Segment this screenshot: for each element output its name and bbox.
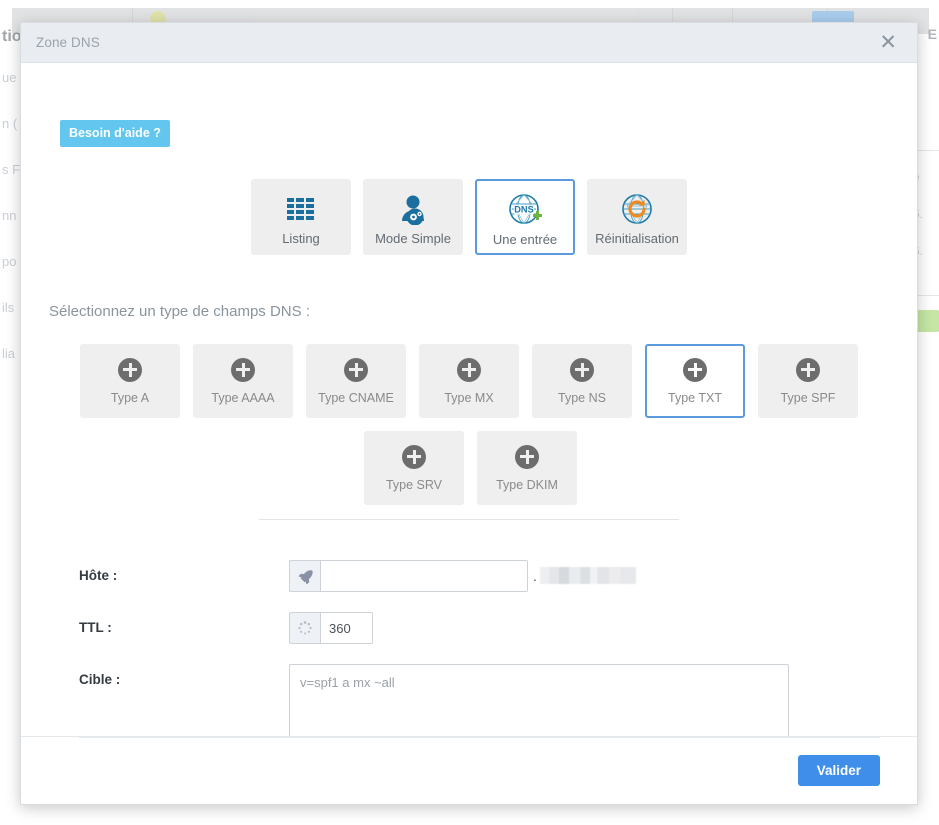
close-icon[interactable]: ✕ <box>875 30 901 55</box>
tab-reinitialisation[interactable]: Réinitialisation <box>587 179 687 255</box>
tab-listing[interactable]: Listing <box>251 179 351 255</box>
plus-circle-icon <box>118 358 142 382</box>
ttl-input-group <box>289 612 373 644</box>
plus-circle-icon <box>796 358 820 382</box>
dns-type-mx[interactable]: Type MX <box>419 344 519 418</box>
page-title: Zone DNS <box>36 35 100 50</box>
plus-circle-icon <box>402 445 426 469</box>
plus-circle-icon <box>683 358 707 382</box>
plus-circle-icon <box>344 358 368 382</box>
background-green-badge <box>917 310 939 332</box>
ttl-label: TTL : <box>79 612 289 635</box>
dns-type-row-2: Type SRV Type DKIM <box>364 431 577 505</box>
grid-listing-icon <box>284 189 318 229</box>
modal-header: Zone DNS ✕ <box>21 23 917 63</box>
dns-type-row-1: Type A Type AAAA Type CNAME Type MX Type… <box>80 344 858 418</box>
dns-type-dkim[interactable]: Type DKIM <box>477 431 577 505</box>
footer-separator <box>79 737 880 738</box>
tab-reinitialisation-label: Réinitialisation <box>595 231 679 246</box>
plus-circle-icon <box>570 358 594 382</box>
ttl-input[interactable] <box>320 612 373 644</box>
form-divider <box>259 519 679 520</box>
dns-type-srv-label: Type SRV <box>386 478 442 492</box>
dns-type-spf[interactable]: Type SPF <box>758 344 858 418</box>
globe-refresh-icon <box>619 189 655 229</box>
dns-type-dkim-label: Type DKIM <box>496 478 558 492</box>
host-dot: . <box>533 568 537 584</box>
ttl-field-row: TTL : <box>79 612 373 644</box>
dns-type-txt[interactable]: Type TXT <box>645 344 745 418</box>
dns-type-cname[interactable]: Type CNAME <box>306 344 406 418</box>
zone-dns-modal: Zone DNS ✕ Besoin d'aide ? List <box>20 22 918 805</box>
plus-circle-icon <box>515 445 539 469</box>
host-input[interactable] <box>320 560 528 592</box>
tab-listing-label: Listing <box>282 231 320 246</box>
help-button[interactable]: Besoin d'aide ? <box>60 120 170 147</box>
plus-circle-icon <box>231 358 255 382</box>
dns-type-a[interactable]: Type A <box>80 344 180 418</box>
host-input-group <box>289 560 528 592</box>
modal-body: Besoin d'aide ? Listing <box>21 63 917 804</box>
dns-type-cname-label: Type CNAME <box>318 391 394 405</box>
tab-une-entree-label: Une entrée <box>493 232 557 247</box>
rocket-icon <box>289 560 320 592</box>
spinner-circle-icon <box>289 612 320 644</box>
dns-type-a-label: Type A <box>111 391 149 405</box>
mode-tabs: Listing Mode Simple <box>251 179 687 255</box>
dns-type-srv[interactable]: Type SRV <box>364 431 464 505</box>
modal-footer: Valider <box>21 736 917 804</box>
host-label: Hôte : <box>79 560 289 583</box>
plus-circle-icon <box>457 358 481 382</box>
cible-label: Cible : <box>79 664 289 687</box>
user-gears-icon <box>396 189 430 229</box>
tab-mode-simple-label: Mode Simple <box>375 231 451 246</box>
tab-mode-simple[interactable]: Mode Simple <box>363 179 463 255</box>
svg-text:DNS: DNS <box>514 204 533 214</box>
dns-type-mx-label: Type MX <box>444 391 493 405</box>
dns-globe-plus-icon: DNS <box>506 190 544 230</box>
dns-type-aaaa-label: Type AAAA <box>211 391 274 405</box>
host-domain-suffix: . <box>533 560 636 584</box>
dns-type-spf-label: Type SPF <box>781 391 836 405</box>
valider-button[interactable]: Valider <box>798 755 880 786</box>
dns-type-aaaa[interactable]: Type AAAA <box>193 344 293 418</box>
select-dns-type-label: Sélectionnez un type de champs DNS : <box>49 303 310 320</box>
redacted-domain <box>540 567 636 584</box>
dns-type-ns[interactable]: Type NS <box>532 344 632 418</box>
dns-type-ns-label: Type NS <box>558 391 606 405</box>
tab-une-entree[interactable]: DNS Une entrée <box>475 179 575 255</box>
dns-type-txt-label: Type TXT <box>668 391 722 405</box>
host-field-row: Hôte : . <box>79 560 636 592</box>
